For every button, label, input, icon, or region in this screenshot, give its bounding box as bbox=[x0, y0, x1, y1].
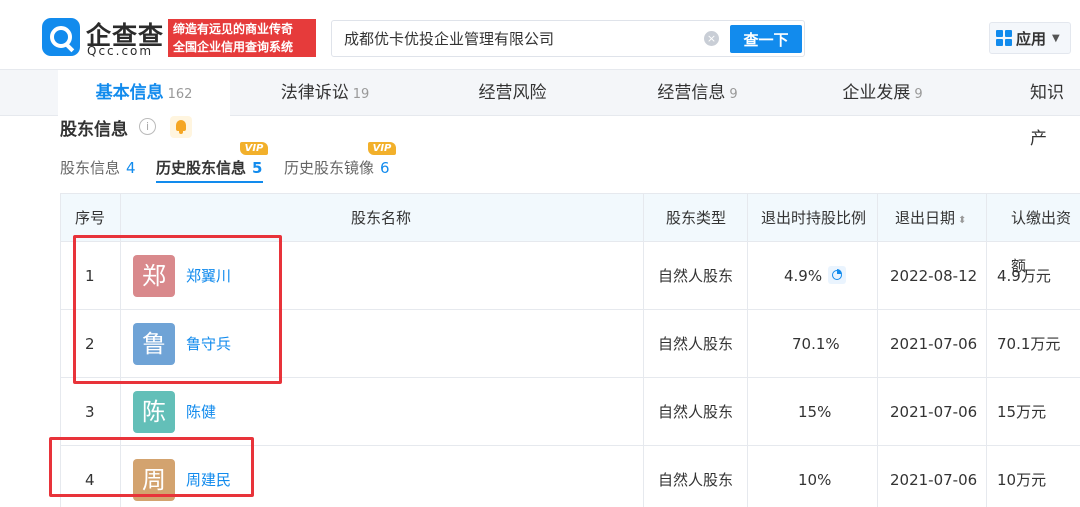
shareholder-type: 自然人股东 bbox=[658, 267, 734, 285]
subscribed-capital: 10万元 bbox=[997, 471, 1047, 489]
subtab-count: 5 bbox=[252, 159, 263, 177]
apps-label: 应用 bbox=[1016, 29, 1047, 48]
col-header-type: 股东类型 bbox=[666, 209, 727, 227]
subtab-history-shareholders[interactable]: 历史股东信息 5 bbox=[156, 157, 262, 178]
subscribed-capital: 4.9万元 bbox=[997, 267, 1051, 285]
tab-label: 企业发展 bbox=[842, 83, 911, 103]
column-divider bbox=[747, 194, 748, 507]
qcc-logo-icon[interactable] bbox=[42, 18, 80, 56]
column-divider bbox=[877, 194, 878, 507]
search-button[interactable]: 查一下 bbox=[730, 25, 802, 53]
tab-count: 9 bbox=[729, 87, 738, 102]
section-title: 股东信息 bbox=[60, 120, 128, 140]
tab-count: 9 bbox=[914, 87, 923, 102]
exit-date: 2021-07-06 bbox=[890, 403, 978, 421]
exit-date: 2021-07-06 bbox=[890, 335, 978, 353]
tab-intellectual-property[interactable]: 知识产 bbox=[1010, 70, 1080, 149]
exit-ratio: 4.9% bbox=[784, 242, 847, 310]
sort-icon: ⬍ bbox=[958, 215, 967, 226]
subtab-label: 股东信息 bbox=[60, 159, 121, 177]
subtab-label: 历史股东镜像 bbox=[284, 159, 375, 177]
tab-label: 经营风险 bbox=[478, 83, 547, 103]
subtab-shareholders[interactable]: 股东信息 4 bbox=[60, 157, 136, 178]
tab-label: 基本信息 bbox=[95, 83, 164, 103]
shareholder-type: 自然人股东 bbox=[658, 335, 734, 353]
shareholder-name-link[interactable]: 陈健 bbox=[186, 378, 216, 446]
tab-legal[interactable]: 法律诉讼 19 bbox=[230, 70, 420, 116]
col-header-name: 股东名称 bbox=[351, 209, 412, 227]
subtab-history-mirror[interactable]: 历史股东镜像 6 bbox=[284, 157, 390, 178]
search-input[interactable] bbox=[332, 21, 712, 56]
clear-icon[interactable]: × bbox=[704, 31, 719, 46]
highlight-box bbox=[73, 235, 282, 384]
apps-menu-button[interactable]: 应用 ▼ bbox=[989, 22, 1071, 54]
highlight-box bbox=[49, 437, 254, 497]
shareholder-type: 自然人股东 bbox=[658, 403, 734, 421]
tab-count: 162 bbox=[167, 87, 193, 102]
caret-down-icon: ▼ bbox=[1052, 32, 1060, 44]
shareholder-type: 自然人股东 bbox=[658, 471, 734, 489]
subscribed-capital: 70.1万元 bbox=[997, 335, 1061, 353]
tab-operation-info[interactable]: 经营信息 9 bbox=[605, 70, 790, 116]
bell-icon[interactable] bbox=[170, 116, 192, 138]
logo-domain: Qcc.com bbox=[87, 44, 154, 58]
tab-development[interactable]: 企业发展 9 bbox=[790, 70, 975, 116]
col-header-capital: 认缴出资额 bbox=[1011, 209, 1072, 275]
tab-count: 19 bbox=[352, 87, 370, 102]
row-index: 3 bbox=[85, 403, 95, 421]
exit-ratio: 70.1% bbox=[792, 335, 840, 353]
main-tabs: 基本信息 162 法律诉讼 19 经营风险 经营信息 9 企业发展 9 知识产 bbox=[0, 70, 1080, 149]
search-box: × 查一下 bbox=[331, 20, 805, 57]
vip-badge: VIP bbox=[240, 142, 268, 155]
slogan-line-2: 全国企业信用查询系统 bbox=[173, 40, 294, 54]
exit-date: 2022-08-12 bbox=[890, 267, 978, 285]
tab-label: 法律诉讼 bbox=[280, 83, 349, 103]
column-divider bbox=[643, 194, 644, 507]
table-row: 3 陈 陈健 自然人股东 15% 2021-07-06 15万元 bbox=[61, 378, 1080, 446]
tab-basic-info[interactable]: 基本信息 162 bbox=[58, 70, 230, 116]
tab-operation-risk[interactable]: 经营风险 bbox=[420, 70, 605, 116]
active-subtab-underline bbox=[156, 181, 263, 183]
exit-ratio: 10% bbox=[798, 471, 832, 489]
subtab-label: 历史股东信息 bbox=[156, 159, 247, 177]
subtab-count: 6 bbox=[380, 159, 390, 177]
column-divider bbox=[986, 194, 987, 507]
pie-chart-icon[interactable] bbox=[828, 265, 847, 284]
apps-grid-icon bbox=[996, 30, 1012, 46]
col-header-date-label: 退出日期 bbox=[895, 209, 956, 227]
col-header-ratio: 退出时持股比例 bbox=[761, 209, 867, 227]
tab-label: 经营信息 bbox=[657, 83, 726, 103]
exit-ratio-value: 4.9% bbox=[784, 267, 823, 285]
tab-label: 知识产 bbox=[1030, 83, 1064, 149]
info-icon[interactable]: i bbox=[139, 118, 156, 135]
col-header-date[interactable]: 退出日期 ⬍ bbox=[895, 194, 966, 242]
top-header: 企查查 Qcc.com 缔造有远见的商业传奇 全国企业信用查询系统 × 查一下 … bbox=[0, 0, 1080, 70]
exit-ratio: 15% bbox=[798, 403, 832, 421]
avatar: 陈 bbox=[133, 391, 175, 433]
subtab-count: 4 bbox=[126, 159, 136, 177]
exit-date: 2021-07-06 bbox=[890, 471, 978, 489]
vip-badge: VIP bbox=[368, 142, 396, 155]
slogan-banner: 缔造有远见的商业传奇 全国企业信用查询系统 bbox=[168, 19, 316, 57]
subscribed-capital: 15万元 bbox=[997, 403, 1047, 421]
slogan-line-1: 缔造有远见的商业传奇 bbox=[173, 22, 294, 36]
